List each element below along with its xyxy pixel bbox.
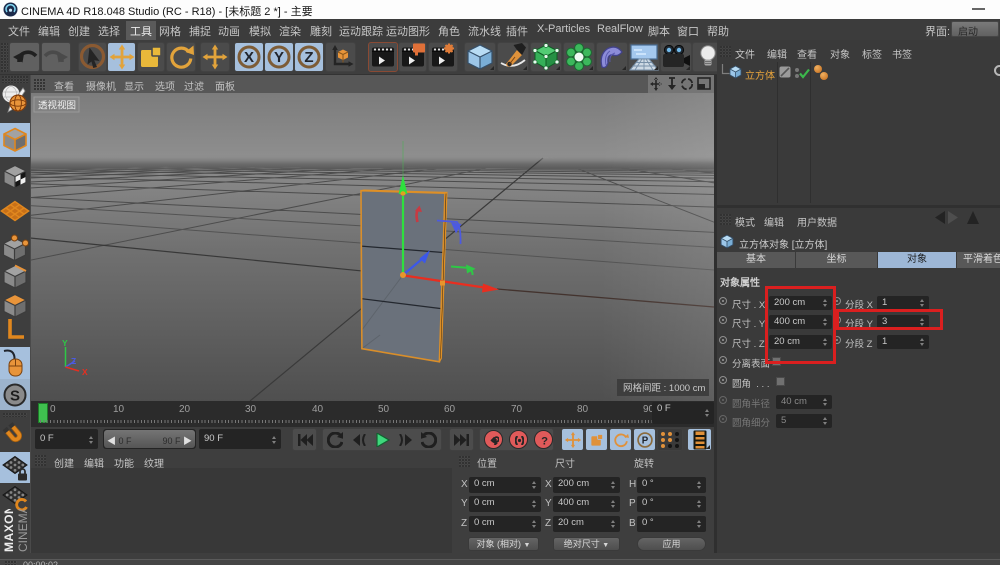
svg-text:Z: Z [304,49,313,66]
svg-text:X: X [82,367,88,377]
svg-text:S: S [10,387,20,404]
svg-text:Y: Y [274,49,284,66]
svg-text:透视视图: 透视视图 [38,100,76,112]
svg-text:?: ? [541,436,548,445]
svg-text:CINEMA: CINEMA [16,509,30,552]
svg-text:Z: Z [71,356,76,366]
svg-text:X: X [244,49,254,66]
svg-text:MAXON: MAXON [2,509,16,552]
svg-text:Y: Y [62,338,68,348]
svg-text:P: P [641,435,648,446]
svg-text:网格间距 : 1000 cm: 网格间距 : 1000 cm [623,382,705,394]
